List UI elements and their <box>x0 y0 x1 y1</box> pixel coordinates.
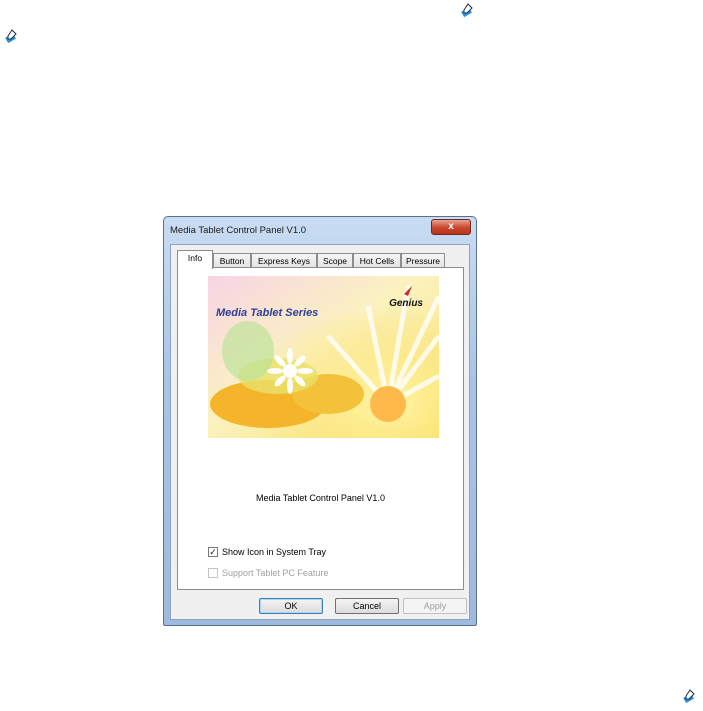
brand-logo: Genius <box>389 298 423 309</box>
tablet-pen-icon[interactable] <box>460 3 474 17</box>
banner-title: Media Tablet Series <box>216 307 319 319</box>
app-name-label: Media Tablet Control Panel V1.0 <box>256 493 385 503</box>
apply-button: Apply <box>403 598 467 614</box>
tab-express-keys[interactable]: Express Keys <box>251 253 317 268</box>
close-button[interactable]: x <box>431 219 471 235</box>
cancel-button[interactable]: Cancel <box>335 598 399 614</box>
tab-info[interactable]: Info <box>177 250 213 269</box>
tablet-pen-icon[interactable] <box>4 29 18 43</box>
show-icon-label[interactable]: Show Icon in System Tray <box>222 547 326 557</box>
ok-button[interactable]: OK <box>259 598 323 614</box>
tab-pressure[interactable]: Pressure <box>401 253 445 268</box>
window-title: Media Tablet Control Panel V1.0 <box>170 225 307 236</box>
support-tablet-checkbox <box>208 568 218 578</box>
product-banner: Media Tablet Series Genius <box>208 276 439 438</box>
tab-scope[interactable]: Scope <box>317 253 353 268</box>
tab-button[interactable]: Button <box>213 253 251 268</box>
control-panel-window: Media Tablet Control Panel V1.0 x Info B… <box>163 216 477 626</box>
tablet-pen-icon[interactable] <box>682 689 696 703</box>
tab-hot-cells[interactable]: Hot Cells <box>353 253 401 268</box>
info-panel: Media Tablet Series Genius Media Tablet … <box>177 267 464 590</box>
title-bar[interactable]: Media Tablet Control Panel V1.0 x <box>164 217 476 243</box>
show-icon-checkbox[interactable]: ✓ <box>208 547 218 557</box>
support-tablet-label: Support Tablet PC Feature <box>222 568 329 578</box>
dialog-client: Info Button Express Keys Scope Hot Cells… <box>170 244 470 620</box>
